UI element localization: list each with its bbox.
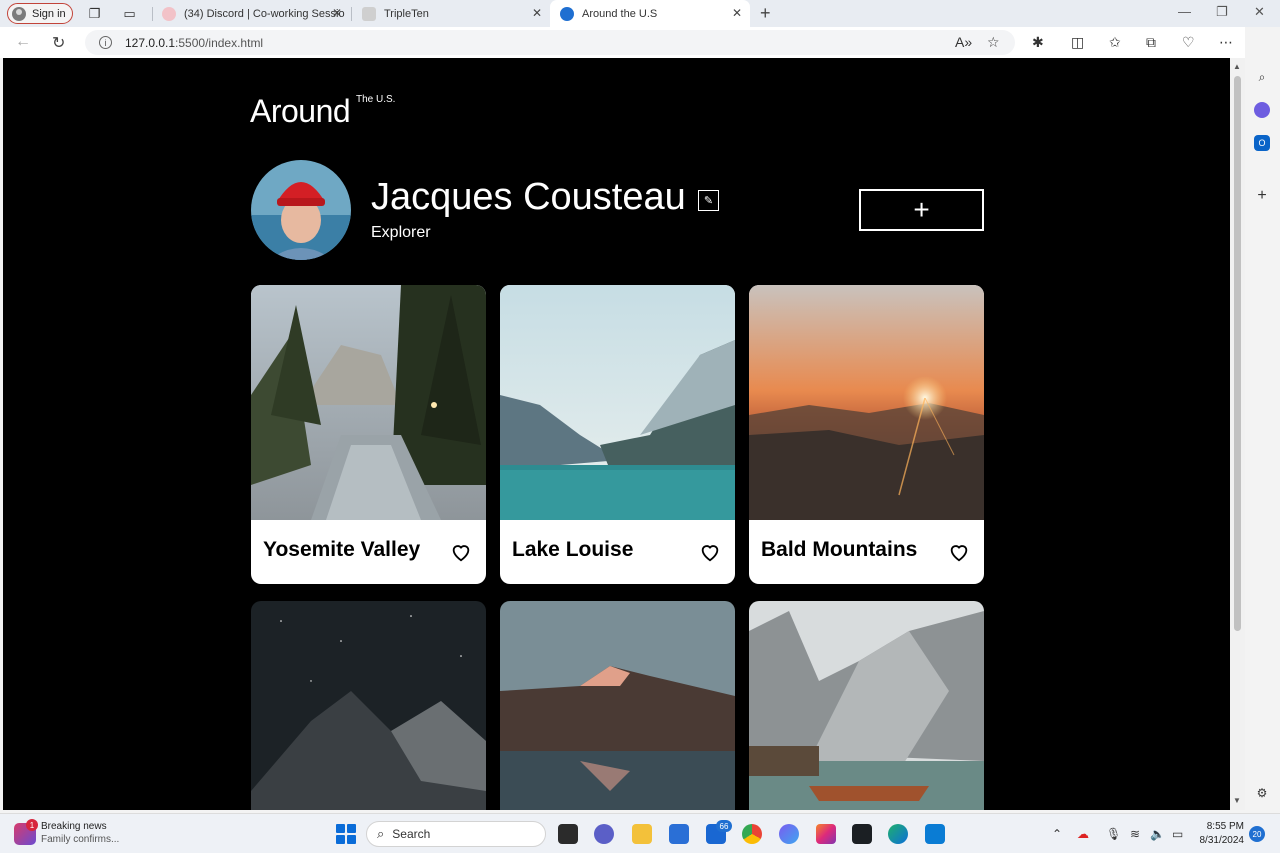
card-image[interactable] — [749, 601, 984, 810]
minimize-icon[interactable]: — — [1178, 4, 1191, 19]
copilot-app-icon[interactable] — [1254, 102, 1270, 118]
edit-profile-button[interactable]: ✎ — [698, 190, 719, 211]
battery-icon[interactable]: ▭ — [1172, 827, 1183, 841]
card-image[interactable] — [251, 601, 486, 810]
url-path: :5500/index.html — [175, 35, 264, 50]
page-scrollbar[interactable]: ▲ ▼ — [1230, 58, 1245, 810]
url-input[interactable]: i 127.0.0.1:5500/index.html — [85, 30, 1015, 55]
search-icon[interactable]: ⌕ — [1254, 69, 1270, 85]
close-window-icon[interactable]: ✕ — [1254, 4, 1265, 20]
card-image[interactable] — [500, 285, 735, 520]
card-image[interactable] — [251, 285, 486, 520]
read-aloud-icon[interactable]: A» — [955, 34, 972, 50]
more-menu-icon[interactable]: ⋯ — [1219, 34, 1233, 51]
heart-like-icon[interactable] — [450, 541, 472, 563]
site-logo[interactable]: Around — [250, 93, 351, 130]
address-bar-row: ← ↻ i 127.0.0.1:5500/index.html A» ☆ ✱ ◫… — [0, 27, 1280, 58]
url-host: 127.0.0.1 — [125, 35, 176, 50]
profile-icon — [12, 6, 26, 21]
profile-job: Explorer — [371, 224, 431, 241]
profile-avatar[interactable] — [251, 160, 351, 260]
scroll-up-icon[interactable]: ▲ — [1233, 62, 1241, 71]
new-tab-icon[interactable]: + — [760, 3, 771, 24]
favorites-icon[interactable]: ✩ — [1109, 34, 1121, 51]
heart-like-icon[interactable] — [948, 541, 970, 563]
split-screen-icon[interactable]: ◫ — [1071, 34, 1084, 51]
back-icon[interactable]: ← — [15, 33, 31, 51]
site-logo-superscript: The U.S. — [356, 94, 396, 105]
tab-discord[interactable]: (34) Discord | Co-working Sessio ✕ — [152, 0, 350, 27]
mail-badge: 66 — [716, 820, 732, 832]
instagram-icon[interactable] — [816, 824, 836, 844]
show-hidden-icons-icon[interactable]: ⌃ — [1052, 827, 1062, 841]
volume-icon[interactable]: 🔈 — [1150, 827, 1165, 841]
tab-tripleten[interactable]: TripleTen ✕ — [352, 0, 550, 27]
add-card-button[interactable]: + — [859, 189, 984, 231]
close-tab-icon[interactable]: ✕ — [732, 6, 742, 20]
card: Yosemite Valley — [251, 285, 486, 584]
tab-title: Around the U.S — [582, 7, 658, 20]
sidebar-settings-icon[interactable]: ⚙ — [1254, 785, 1270, 801]
search-icon: ⌕ — [377, 826, 385, 841]
close-tab-icon[interactable]: ✕ — [532, 6, 542, 20]
start-windows-icon[interactable] — [336, 824, 356, 844]
card-title: Lake Louise — [512, 538, 634, 561]
github-icon[interactable] — [852, 824, 872, 844]
card-image[interactable] — [500, 601, 735, 810]
tripleten-favicon-icon — [362, 6, 376, 21]
restore-icon[interactable]: ❐ — [1216, 4, 1228, 20]
page-viewport: Around The U.S. Jacques Cousteau ✎ Explo… — [3, 58, 1230, 810]
scrollbar-thumb[interactable] — [1234, 76, 1241, 631]
clock-date[interactable]: 8/31/2024 — [1196, 835, 1245, 846]
extensions-icon[interactable]: ✱ — [1032, 34, 1044, 51]
chrome-icon[interactable] — [742, 824, 762, 844]
site-info-icon[interactable]: i — [99, 36, 112, 49]
heart-like-icon[interactable] — [699, 541, 721, 563]
microphone-icon[interactable]: 🎙 — [1106, 827, 1121, 841]
card: Lake Louise — [500, 285, 735, 584]
edge-sidebar: ⌕ O + ⚙ — [1245, 27, 1280, 813]
microsoft-store-icon[interactable] — [669, 824, 689, 844]
add-sidebar-app-icon[interactable]: + — [1254, 187, 1270, 204]
onedrive-icon[interactable]: ☁ — [1077, 827, 1089, 841]
scroll-down-icon[interactable]: ▼ — [1233, 796, 1241, 805]
card: Bald Mountains — [749, 285, 984, 584]
task-view-icon[interactable] — [558, 824, 578, 844]
collections-icon[interactable]: ⧉ — [1146, 34, 1156, 51]
tab-title: (34) Discord | Co-working Sessio — [184, 7, 345, 20]
tab-actions-icon[interactable]: ▭ — [121, 5, 138, 22]
news-subtitle[interactable]: Family confirms... — [41, 834, 119, 845]
edge-icon[interactable] — [888, 824, 908, 844]
sign-in-label: Sign in — [32, 7, 66, 20]
news-title[interactable]: Breaking news — [41, 821, 107, 832]
tab-around-the-us[interactable]: Around the U.S ✕ — [550, 0, 750, 27]
outlook-icon[interactable]: O — [1254, 135, 1270, 151]
close-tab-icon[interactable]: ✕ — [332, 6, 342, 20]
discord-favicon-icon — [162, 6, 176, 21]
card-title: Yosemite Valley — [263, 538, 421, 561]
taskbar-search-input[interactable]: ⌕ Search — [366, 821, 546, 847]
page-favicon-icon — [560, 6, 574, 21]
sign-in-button[interactable]: Sign in — [7, 3, 73, 24]
notifications-badge[interactable]: 20 — [1249, 826, 1265, 842]
browser-essentials-icon[interactable]: ♡ — [1182, 34, 1195, 51]
search-label: Search — [392, 827, 431, 841]
workspaces-icon[interactable]: ❐ — [86, 5, 103, 22]
card-title: Bald Mountains — [761, 538, 918, 561]
wifi-icon[interactable]: ≋ — [1130, 827, 1140, 841]
profile-name: Jacques Cousteau — [371, 176, 686, 218]
teams-chat-icon[interactable] — [594, 824, 614, 844]
vscode-icon[interactable] — [925, 824, 945, 844]
news-badge: 1 — [26, 819, 38, 831]
clock-time[interactable]: 8:55 PM — [1196, 821, 1244, 832]
file-explorer-icon[interactable] — [632, 824, 652, 844]
tab-title: TripleTen — [384, 7, 429, 20]
favorite-star-icon[interactable]: ☆ — [987, 34, 1000, 51]
card-image[interactable] — [749, 285, 984, 520]
pencil-icon: ✎ — [703, 195, 714, 207]
copilot-taskbar-icon[interactable] — [779, 824, 799, 844]
browser-tab-strip: Sign in ❐ ▭ (34) Discord | Co-working Se… — [0, 0, 1280, 27]
windows-taskbar: 1 Breaking news Family confirms... ⌕ Sea… — [0, 813, 1280, 853]
refresh-icon[interactable]: ↻ — [52, 33, 65, 53]
